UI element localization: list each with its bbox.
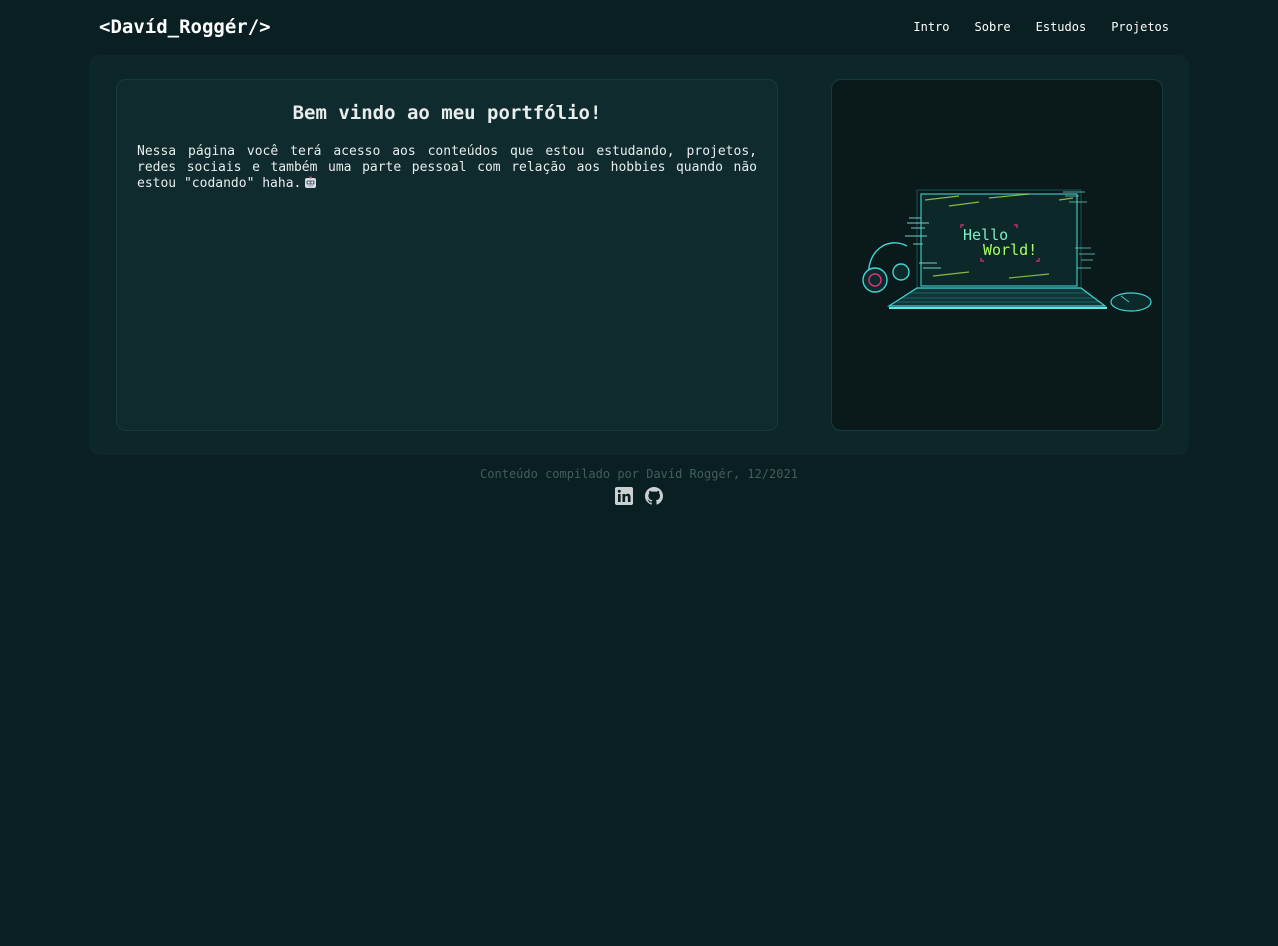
intro-title: Bem vindo ao meu portfólio! <box>292 102 602 124</box>
hero-illustration-card: Hello World! <box>831 79 1163 431</box>
site-header: <Davíd_Roggér/> Intro Sobre Estudos Proj… <box>0 0 1278 55</box>
intro-section: Bem vindo ao meu portfólio! Nessa página… <box>89 55 1189 455</box>
social-links <box>0 486 1278 506</box>
nav-link-sobre[interactable]: Sobre <box>975 20 1011 34</box>
robot-emoji-icon <box>304 176 317 194</box>
nav-link-intro[interactable]: Intro <box>913 20 949 34</box>
github-icon[interactable] <box>644 486 664 506</box>
site-logo[interactable]: <Davíd_Roggér/> <box>99 16 271 38</box>
page: <Davíd_Roggér/> Intro Sobre Estudos Proj… <box>0 0 1278 946</box>
nav-link-projetos[interactable]: Projetos <box>1111 20 1169 34</box>
nav-link-estudos[interactable]: Estudos <box>1036 20 1087 34</box>
main-nav: Intro Sobre Estudos Projetos <box>913 20 1169 34</box>
linkedin-icon[interactable] <box>614 486 634 506</box>
screen-world-text: World! <box>983 241 1037 259</box>
laptop-illustration: Hello World! <box>862 189 1152 312</box>
intro-text: Nessa página você terá acesso aos conteú… <box>137 144 757 194</box>
footer-credit: Conteúdo compilado por Davíd Roggér, 12/… <box>480 467 798 481</box>
intro-card: Bem vindo ao meu portfólio! Nessa página… <box>116 79 778 431</box>
intro-paragraph: Nessa página você terá acesso aos conteú… <box>137 144 757 191</box>
